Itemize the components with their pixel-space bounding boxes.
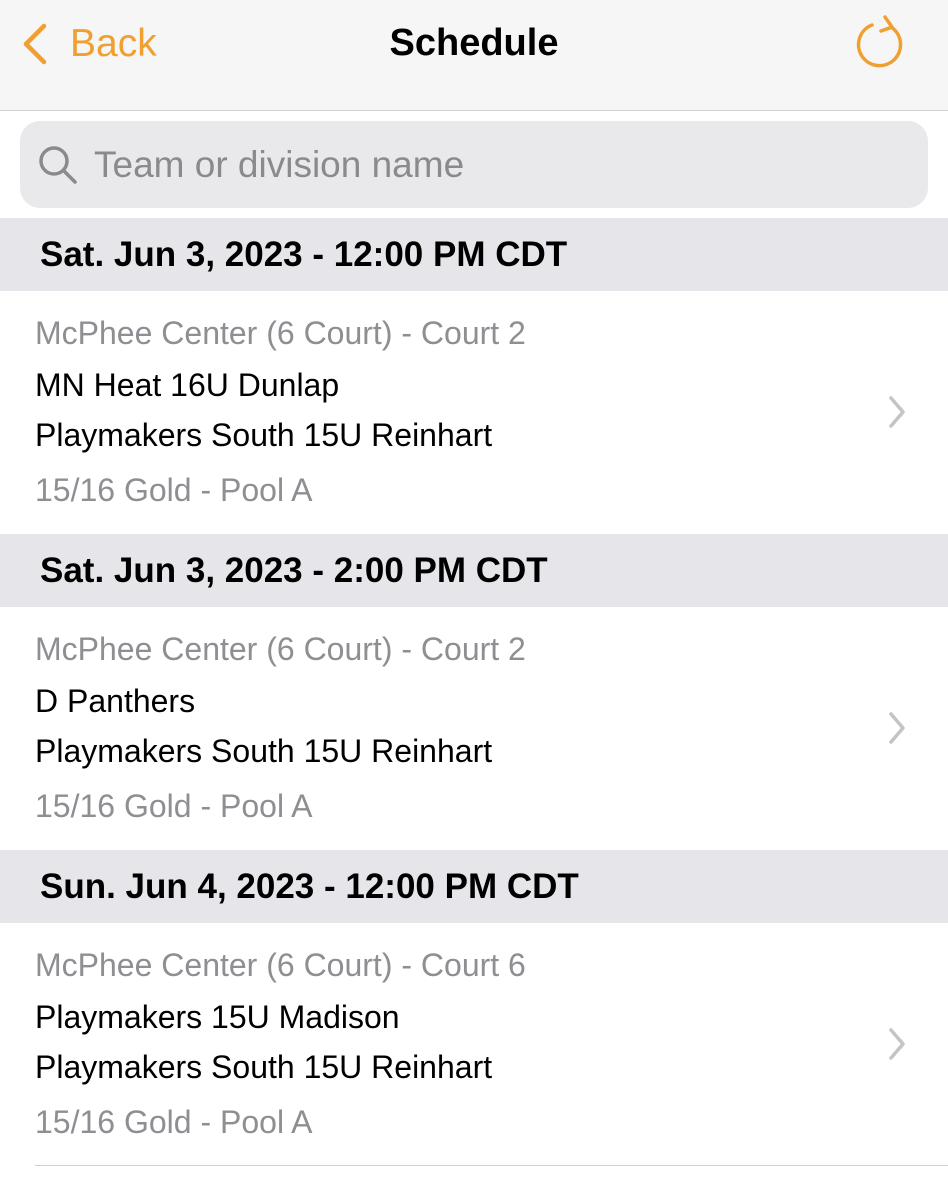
event-team-2: Playmakers South 15U Reinhart (35, 733, 493, 769)
chevron-right-icon (889, 1028, 905, 1060)
list-separator (35, 1165, 948, 1166)
event-division: 15/16 Gold - Pool A (35, 472, 313, 508)
navigation-bar: Back Schedule (0, 0, 948, 111)
section-header: Sat. Jun 3, 2023 - 2:00 PM CDT (0, 534, 948, 607)
event-team-2: Playmakers South 15U Reinhart (35, 417, 493, 453)
search-input[interactable] (94, 143, 874, 186)
event-team-1: Playmakers 15U Madison (35, 999, 400, 1035)
event-division: 15/16 Gold - Pool A (35, 788, 313, 824)
search-icon (39, 145, 77, 184)
search-bar (0, 112, 948, 218)
refresh-icon[interactable] (852, 14, 908, 70)
chevron-right-icon (889, 396, 905, 428)
event-venue: McPhee Center (6 Court) - Court 2 (35, 631, 526, 667)
event-team-1: MN Heat 16U Dunlap (35, 367, 340, 403)
section-header: Sat. Jun 3, 2023 - 12:00 PM CDT (0, 218, 948, 291)
list-item[interactable]: McPhee Center (6 Court) - Court 2 D Pant… (0, 607, 948, 850)
event-team-1: D Panthers (35, 683, 196, 719)
event-venue: McPhee Center (6 Court) - Court 6 (35, 947, 526, 983)
list-item[interactable]: McPhee Center (6 Court) - Court 2 MN Hea… (0, 291, 948, 534)
event-division: 15/16 Gold - Pool A (35, 1104, 313, 1140)
page-title: Schedule (389, 22, 559, 64)
chevron-right-icon (889, 712, 905, 744)
event-venue: McPhee Center (6 Court) - Court 2 (35, 315, 526, 351)
section-header: Sun. Jun 4, 2023 - 12:00 PM CDT (0, 850, 948, 923)
search-field[interactable] (20, 121, 928, 208)
list-item[interactable]: McPhee Center (6 Court) - Court 6 Playma… (0, 923, 948, 1166)
event-team-2: Playmakers South 15U Reinhart (35, 1049, 493, 1085)
